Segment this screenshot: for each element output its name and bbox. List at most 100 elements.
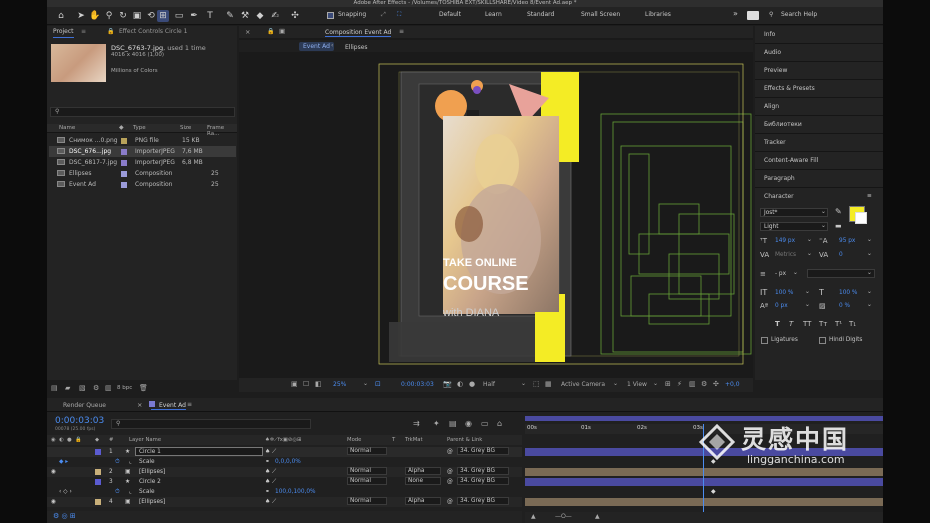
hindi-digits-checkbox[interactable] xyxy=(819,337,826,344)
parent-select[interactable]: 34. Grey BG xyxy=(457,447,509,455)
workspace-default[interactable]: Default xyxy=(439,11,461,18)
panel-info[interactable]: Info xyxy=(755,26,883,44)
chevron-down-icon[interactable]: ⌄ xyxy=(363,380,368,387)
mask-visibility-icon[interactable]: ◧ xyxy=(315,380,322,388)
panel-menu-icon[interactable]: ≡ xyxy=(399,28,404,35)
stroke-type-select[interactable] xyxy=(807,269,875,278)
swap-colors-icon[interactable]: ▬ xyxy=(835,222,842,230)
scale-value[interactable]: 0,0,0,0% xyxy=(275,457,301,467)
kerning-value[interactable]: Metrics xyxy=(775,252,796,258)
type-tool-icon[interactable]: T xyxy=(204,10,216,22)
settings-icon[interactable]: ⚙ xyxy=(93,384,99,392)
tab-project[interactable]: Project xyxy=(53,26,74,38)
visibility-icon[interactable]: ◉ xyxy=(51,497,56,507)
project-search-input[interactable]: ⚲ xyxy=(50,107,235,117)
timeline-icon[interactable]: ▥ xyxy=(689,380,696,388)
shape-switch-icon[interactable]: ♠ ⟋ xyxy=(265,477,276,487)
parent-pickwhip-icon[interactable]: @ xyxy=(447,477,453,487)
lock-icon[interactable]: 🔒 xyxy=(107,26,114,38)
mode-select[interactable]: Normal xyxy=(347,447,387,455)
chevron-down-icon[interactable]: ⌄ xyxy=(653,380,658,387)
bit-depth-icon[interactable]: ▥ xyxy=(105,384,112,392)
layer-row[interactable]: ◉ 2 ▣ [Ellipses] ♠ ⟋ Normal Alpha @ 34. … xyxy=(47,467,522,477)
hand-tool-icon[interactable]: ✋ xyxy=(89,10,101,22)
stroke-width-value[interactable]: - px xyxy=(775,271,786,277)
panel-menu-icon[interactable]: ≡ xyxy=(867,193,872,199)
zoom-slider[interactable]: —⭘— xyxy=(555,513,572,521)
col-trkmat[interactable]: TrkMat xyxy=(405,435,423,445)
show-snapshot-icon[interactable]: ◐ xyxy=(457,380,463,388)
snapshot-icon[interactable]: 📷 xyxy=(443,380,452,388)
comp-flow-icon[interactable]: ▣ xyxy=(279,27,285,35)
col-t[interactable]: T xyxy=(392,435,395,445)
tab-ellipses[interactable]: Ellipses xyxy=(345,44,368,51)
flowchart-icon[interactable]: ⚙ xyxy=(701,380,707,388)
font-family-select[interactable]: Jost* xyxy=(760,208,828,217)
color-channel-icon[interactable]: ● xyxy=(469,380,475,388)
trkmat-select[interactable]: Alpha xyxy=(405,467,441,475)
panel-paragraph[interactable]: Paragraph xyxy=(755,170,883,188)
workspace-standard[interactable]: Standard xyxy=(527,11,554,18)
chevron-down-icon[interactable]: ⌄ xyxy=(867,237,872,243)
faux-bold-button[interactable]: T xyxy=(775,320,780,328)
draft-3d-icon[interactable]: ⌂ xyxy=(497,419,502,428)
chevron-down-icon[interactable]: ⌄ xyxy=(613,380,618,387)
orbit-tool-icon[interactable]: ⟲ xyxy=(145,10,157,22)
chevron-down-icon[interactable]: ⌄ xyxy=(807,251,812,257)
chevron-down-icon[interactable]: ⌄ xyxy=(805,289,810,295)
search-icon[interactable]: ⚲ xyxy=(769,11,773,18)
layer-row[interactable]: 1 ★ Circle 1 ♠ ⟋ Normal @ 34. Grey BG xyxy=(47,447,522,457)
small-caps-button[interactable]: Tт xyxy=(819,320,827,328)
sync-icon[interactable] xyxy=(747,11,759,20)
mode-select[interactable]: Normal xyxy=(347,477,387,485)
panel-menu-icon[interactable]: ≡ xyxy=(187,401,192,408)
parent-select[interactable]: 34. Grey BG xyxy=(457,467,509,475)
col-parent[interactable]: Parent & Link xyxy=(447,435,482,445)
rectangle-tool-icon[interactable]: ▭ xyxy=(173,10,185,22)
chevron-down-icon[interactable]: ⌄ xyxy=(793,270,798,276)
col-type[interactable]: Type xyxy=(133,125,146,131)
roi-icon[interactable]: ⬚ xyxy=(533,380,540,388)
chevron-down-icon[interactable]: ⌄ xyxy=(521,380,526,387)
project-item[interactable]: Ellipses Composition 25 xyxy=(49,168,236,179)
snap-feature-icon[interactable]: ⛶ xyxy=(397,11,401,19)
more-workspaces-icon[interactable]: » xyxy=(733,9,738,18)
comp-panel-title[interactable]: Composition Event Ad xyxy=(325,29,392,37)
chevron-down-icon[interactable]: ⌄ xyxy=(805,302,810,308)
transparency-grid-icon[interactable]: ▦ xyxy=(545,380,552,388)
trkmat-select[interactable]: Alpha xyxy=(405,497,441,505)
panel-content-aware-fill[interactable]: Content-Aware Fill xyxy=(755,152,883,170)
timeline-timecode[interactable]: 0:00:03:03 xyxy=(55,416,104,426)
close-icon[interactable]: × xyxy=(137,401,142,409)
view-layout-dropdown[interactable]: 1 View xyxy=(627,381,647,388)
snapping-checkbox[interactable] xyxy=(327,12,334,19)
new-folder-icon[interactable]: ▰ xyxy=(65,384,70,392)
search-help-input[interactable]: Search Help xyxy=(781,11,817,18)
graph-editor-icon[interactable]: ▭ xyxy=(481,419,489,428)
workspace-learn[interactable]: Learn xyxy=(485,11,502,18)
chevron-down-icon[interactable]: ⌄ xyxy=(867,251,872,257)
zoom-tool-icon[interactable]: ⚲ xyxy=(103,10,115,22)
chevron-down-icon[interactable]: ⌄ xyxy=(867,302,872,308)
col-layer-name[interactable]: Layer Name xyxy=(129,435,161,445)
ligatures-checkbox[interactable] xyxy=(761,337,768,344)
zoom-dropdown[interactable]: 25% xyxy=(333,381,346,388)
stroke-color-swatch[interactable] xyxy=(855,212,867,224)
panel-align[interactable]: Align xyxy=(755,98,883,116)
frame-blending-icon[interactable]: ▤ xyxy=(449,419,457,428)
snap-option-icon[interactable]: ⤢ xyxy=(381,11,386,19)
tab-event-ad[interactable]: Event Ad xyxy=(299,42,334,51)
keyframe-icon[interactable]: ◆ xyxy=(711,488,716,495)
layer-name-field[interactable]: Circle 1 xyxy=(135,447,263,456)
rotate-tool-icon[interactable]: ↻ xyxy=(117,10,129,22)
roto-tool-icon[interactable]: ✍ xyxy=(269,10,281,22)
solo-icon[interactable]: ● xyxy=(67,435,72,445)
panel-character-title[interactable]: Character xyxy=(755,188,883,206)
baseline-shift-value[interactable]: 0 px xyxy=(775,303,788,309)
camera-tool-icon[interactable]: ▣ xyxy=(131,10,143,22)
toggle-switches-icon[interactable]: ⚙ ◎ ⊞ xyxy=(53,512,76,520)
layer-row[interactable]: 3 ★ Circle 2 ♠ ⟋ Normal None @ 34. Grey … xyxy=(47,477,522,487)
layer-duration-bar[interactable] xyxy=(525,498,883,506)
selection-tool-icon[interactable]: ➤ xyxy=(75,10,87,22)
bpc-label[interactable]: 8 bpc xyxy=(117,385,132,391)
